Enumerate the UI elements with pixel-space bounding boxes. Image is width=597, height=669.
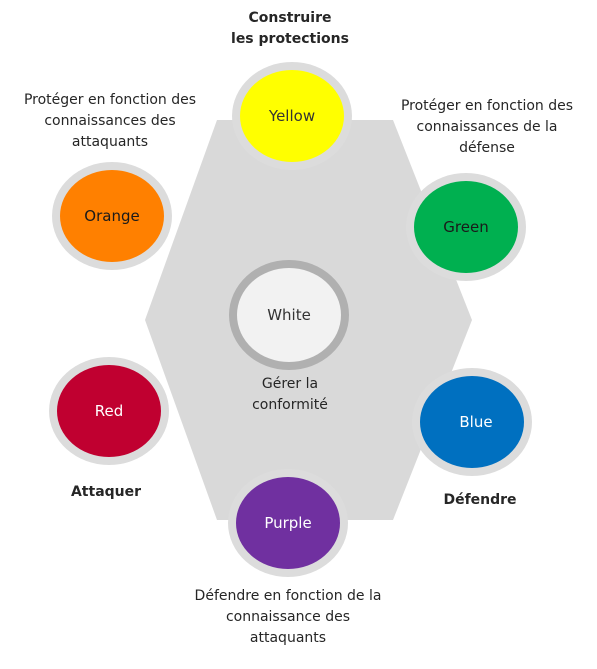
node-red: Red [49, 357, 169, 465]
caption-white: Gérer la conformité [252, 376, 328, 413]
node-green: Green [406, 173, 526, 281]
caption-green: Protéger en fonction des connaissances d… [400, 98, 574, 156]
node-yellow-label: Yellow [268, 107, 315, 125]
node-blue-label: Blue [459, 413, 492, 431]
node-purple-label: Purple [264, 514, 311, 532]
caption-blue: Défendre [443, 492, 517, 508]
node-purple: Purple [228, 469, 348, 577]
caption-yellow: Construire les protections [231, 10, 349, 47]
node-yellow: Yellow [232, 62, 352, 170]
caption-orange: Protéger en fonction des connaissances d… [23, 92, 197, 150]
node-orange-label: Orange [84, 207, 139, 225]
node-orange: Orange [52, 162, 172, 270]
node-blue: Blue [412, 368, 532, 476]
caption-purple: Défendre en fonction de la connaissance … [194, 588, 382, 646]
node-green-label: Green [443, 218, 488, 236]
node-white-label: White [267, 306, 311, 324]
caption-red: Attaquer [70, 484, 142, 500]
node-red-label: Red [95, 402, 124, 420]
node-white: White [229, 260, 349, 370]
team-color-diagram: Yellow Green Blue Purple Red Orange Whit… [0, 0, 597, 665]
